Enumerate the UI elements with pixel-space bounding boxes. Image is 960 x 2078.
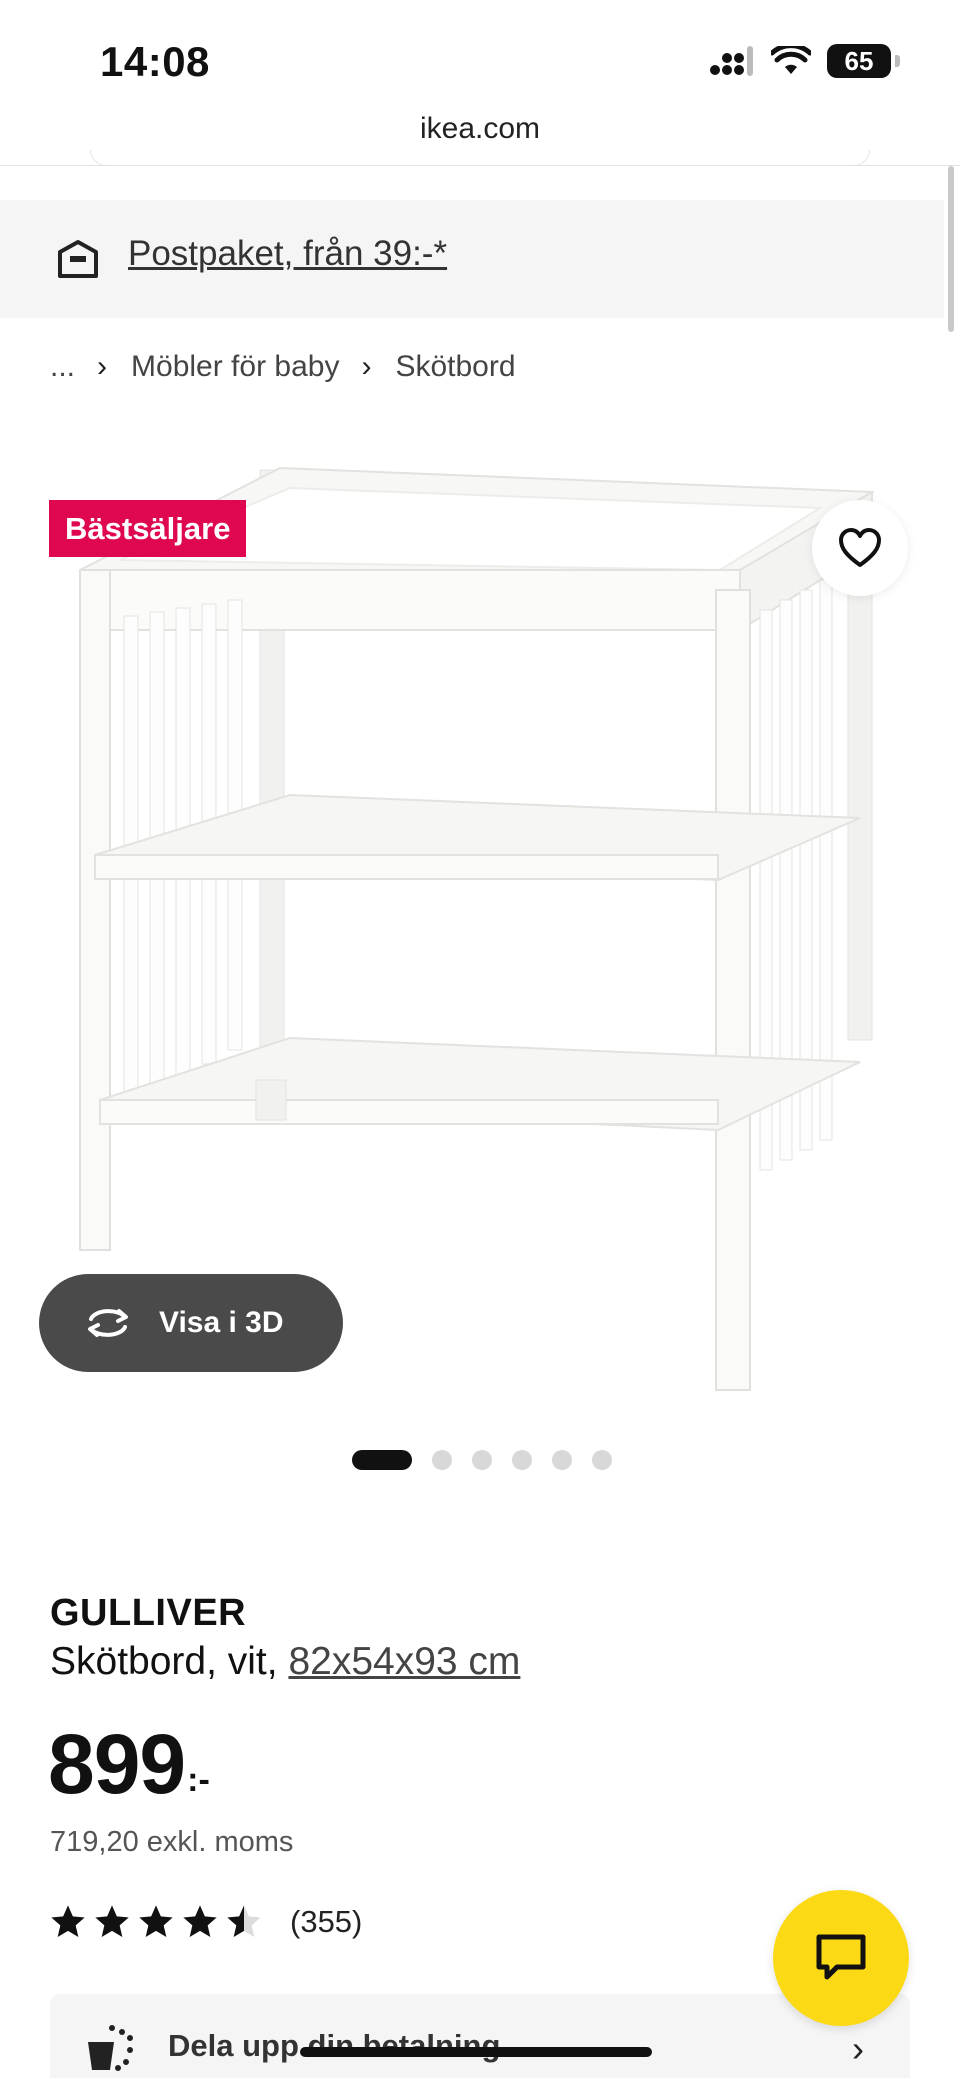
- breadcrumb: ... › Möbler för baby › Skötbord: [50, 350, 516, 384]
- url-divider: [0, 165, 960, 166]
- installment-card[interactable]: Dela upp din betalning ›: [50, 1994, 910, 2078]
- cellular-signal-icon: [710, 46, 753, 76]
- star-icon: [183, 1905, 217, 1937]
- battery-tip: [895, 55, 900, 67]
- review-count: (355): [290, 1904, 363, 1939]
- carousel-dot[interactable]: [472, 1450, 492, 1470]
- breadcrumb-item-changing-tables[interactable]: Skötbord: [395, 350, 515, 384]
- star-icon: [95, 1905, 129, 1937]
- product-dimensions-link[interactable]: 82x54x93 cm: [288, 1640, 520, 1683]
- view-in-3d-button[interactable]: Visa i 3D: [39, 1274, 343, 1372]
- battery-indicator: 65: [827, 44, 891, 78]
- heart-icon: [839, 528, 881, 567]
- status-icons: 65: [709, 44, 900, 78]
- search-field-edge: [90, 150, 870, 166]
- delivery-banner[interactable]: Postpaket, från 39:-*: [0, 200, 944, 318]
- wifi-icon: [771, 46, 811, 74]
- half-star-icon: [227, 1905, 261, 1937]
- installment-label: Dela upp din betalning: [168, 2028, 501, 2063]
- changing-table-illustration: [79, 466, 876, 1391]
- status-bar: 14:08 65: [0, 0, 960, 112]
- home-indicator: [300, 2047, 652, 2057]
- chevron-right-icon: ›: [97, 350, 108, 383]
- product-description: Skötbord, vit, 82x54x93 cm: [50, 1640, 520, 1684]
- chevron-right-icon: ›: [361, 350, 372, 383]
- chevron-right-icon: ›: [852, 2028, 864, 2069]
- parcel-icon: [58, 240, 98, 278]
- scrollbar[interactable]: [948, 166, 954, 332]
- breadcrumb-item-baby-furniture[interactable]: Möbler för baby: [131, 350, 339, 384]
- carousel-dot[interactable]: [432, 1450, 452, 1470]
- status-time: 14:08: [100, 38, 210, 85]
- chat-icon: [816, 1934, 866, 1980]
- product-name: GULLIVER: [50, 1592, 247, 1634]
- star-icon: [139, 1905, 173, 1937]
- carousel-dot[interactable]: [592, 1450, 612, 1470]
- price-suffix: :-: [187, 1761, 210, 1799]
- rotate-3d-icon: [88, 1309, 128, 1337]
- bestseller-badge: Bästsäljare: [49, 500, 247, 557]
- carousel-dot[interactable]: [352, 1450, 412, 1470]
- star-icon: [51, 1905, 85, 1937]
- carousel-dot[interactable]: [552, 1450, 572, 1470]
- product-price: 899 :-: [48, 1722, 210, 1806]
- breadcrumb-ellipsis[interactable]: ...: [50, 350, 75, 384]
- price-amount: 899: [48, 1717, 186, 1811]
- carousel-dots: [352, 1450, 612, 1470]
- view-in-3d-label: Visa i 3D: [159, 1306, 284, 1339]
- chat-button[interactable]: [773, 1890, 909, 2026]
- product-type: Skötbord, vit,: [50, 1640, 289, 1683]
- product-image[interactable]: [0, 440, 944, 1400]
- delivery-link[interactable]: Postpaket, från 39:-*: [128, 234, 447, 274]
- split-payment-icon: [88, 2025, 133, 2071]
- price-excl-vat: 719,20 exkl. moms: [50, 1826, 294, 1858]
- carousel-dot[interactable]: [512, 1450, 532, 1470]
- rating[interactable]: (355): [48, 1902, 362, 1942]
- favorite-button[interactable]: [812, 500, 908, 596]
